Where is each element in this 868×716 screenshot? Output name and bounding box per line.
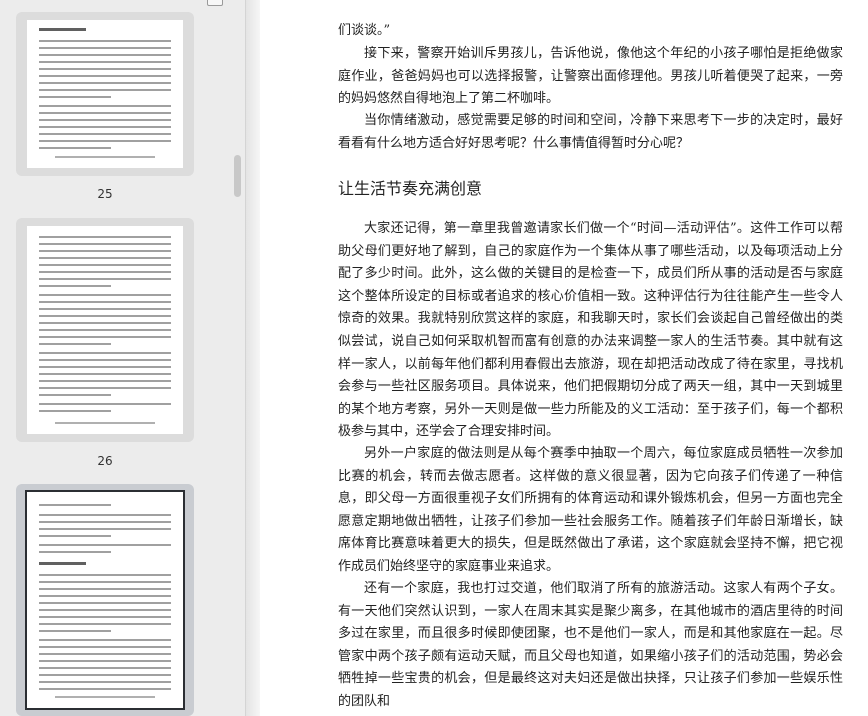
paragraph: 还有一个家庭，我也打过交道，他们取消了所有的旅游活动。这家人有两个子女。有一天他… bbox=[338, 581, 843, 709]
thumbnail-page-image bbox=[27, 226, 183, 434]
thumbnail-page-image bbox=[25, 490, 185, 710]
page-gutter bbox=[246, 0, 260, 716]
page-thumbnail-27[interactable] bbox=[16, 484, 194, 716]
paragraph: 接下来，警察开始训斥男孩儿，告诉他说，像他这个年纪的小孩子哪怕是拒绝做家庭作业，… bbox=[338, 46, 843, 107]
thumbnail-page-number: 25 bbox=[97, 187, 113, 201]
page-thumbnail-26[interactable] bbox=[16, 218, 194, 442]
paragraph: 当你情绪激动，感觉需要足够的时间和空间，冷静下来思考下一步的决定时，最好看看有什… bbox=[338, 113, 843, 151]
thumbnail-sidebar: 25 26 bbox=[0, 0, 245, 716]
document-page: 们谈谈。” 接下来，警察开始训斥男孩儿，告诉他说，像他这个年纪的小孩子哪怕是拒绝… bbox=[260, 0, 868, 716]
paragraph: 大家还记得，第一章里我曾邀请家长们做一个“时间—活动评估”。这件工作可以帮助父母… bbox=[338, 221, 843, 440]
sidebar-scrollbar[interactable] bbox=[234, 155, 241, 197]
thumbnail-page-image bbox=[27, 20, 183, 168]
paragraph: 们谈谈。” bbox=[338, 23, 391, 38]
sidebar-menu-icon[interactable] bbox=[207, 0, 223, 6]
section-heading: 让生活节奏充满创意 bbox=[338, 179, 483, 198]
paragraph: 另外一户家庭的做法则是从每个赛季中抽取一个周六，每位家庭成员牺牲一次参加比赛的机… bbox=[338, 446, 843, 574]
thumbnail-page-number: 26 bbox=[97, 454, 113, 468]
page-thumbnail-25[interactable] bbox=[16, 12, 194, 176]
